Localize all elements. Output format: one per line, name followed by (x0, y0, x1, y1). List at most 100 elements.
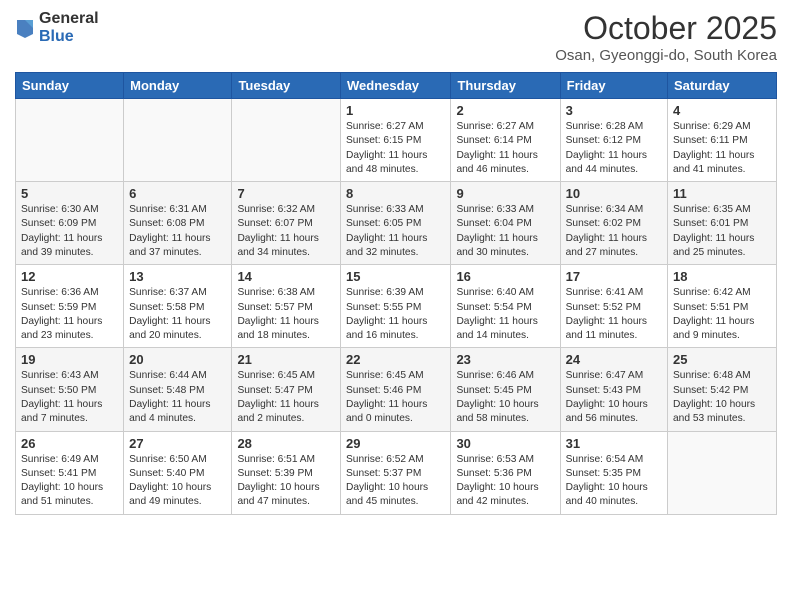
day-info: Sunrise: 6:34 AMSunset: 6:02 PMDaylight:… (566, 203, 662, 260)
day-cell: 8 Sunrise: 6:33 AMSunset: 6:05 PMDaylight… (341, 182, 451, 265)
page-container: General Blue October 2025 Osan, Gyeonggi… (0, 0, 792, 612)
day-number: 29 (346, 436, 445, 451)
day-info: Sunrise: 6:33 AMSunset: 6:04 PMDaylight:… (456, 203, 554, 260)
week-row-3: 12 Sunrise: 6:36 AMSunset: 5:59 PMDayligh… (16, 265, 777, 348)
logo: General Blue (15, 10, 99, 45)
day-number: 10 (566, 186, 662, 201)
day-number: 24 (566, 352, 662, 367)
col-thursday: Thursday (451, 73, 560, 99)
logo-general: General (39, 10, 99, 28)
day-info: Sunrise: 6:43 AMSunset: 5:50 PMDaylight:… (21, 369, 118, 426)
week-row-1: 1 Sunrise: 6:27 AMSunset: 6:15 PMDaylight… (16, 99, 777, 182)
day-cell (16, 99, 124, 182)
day-number: 28 (237, 436, 335, 451)
day-number: 8 (346, 186, 445, 201)
day-info: Sunrise: 6:45 AMSunset: 5:47 PMDaylight:… (237, 369, 335, 426)
day-number: 21 (237, 352, 335, 367)
day-info: Sunrise: 6:30 AMSunset: 6:09 PMDaylight:… (21, 203, 118, 260)
day-info: Sunrise: 6:44 AMSunset: 5:48 PMDaylight:… (129, 369, 226, 426)
day-cell: 29 Sunrise: 6:52 AMSunset: 5:37 PMDayligh… (341, 431, 451, 514)
day-info: Sunrise: 6:49 AMSunset: 5:41 PMDaylight:… (21, 453, 118, 510)
day-number: 26 (21, 436, 118, 451)
day-number: 3 (566, 103, 662, 118)
col-friday: Friday (560, 73, 667, 99)
day-number: 11 (673, 186, 771, 201)
day-number: 19 (21, 352, 118, 367)
day-info: Sunrise: 6:40 AMSunset: 5:54 PMDaylight:… (456, 286, 554, 343)
day-number: 13 (129, 269, 226, 284)
day-cell: 24Sunrise: 6:47 AMSunset: 5:43 PMDayligh… (560, 348, 667, 431)
day-cell: 15Sunrise: 6:39 AMSunset: 5:55 PMDayligh… (341, 265, 451, 348)
day-number: 15 (346, 269, 445, 284)
location-subtitle: Osan, Gyeonggi-do, South Korea (555, 47, 777, 64)
day-number: 23 (456, 352, 554, 367)
day-cell: 23Sunrise: 6:46 AMSunset: 5:45 PMDayligh… (451, 348, 560, 431)
day-info: Sunrise: 6:31 AMSunset: 6:08 PMDaylight:… (129, 203, 226, 260)
day-info: Sunrise: 6:48 AMSunset: 5:42 PMDaylight:… (673, 369, 771, 426)
day-info: Sunrise: 6:36 AMSunset: 5:59 PMDaylight:… (21, 286, 118, 343)
day-cell: 3 Sunrise: 6:28 AMSunset: 6:12 PMDaylight… (560, 99, 667, 182)
week-row-5: 26 Sunrise: 6:49 AMSunset: 5:41 PMDayligh… (16, 431, 777, 514)
day-cell: 10 Sunrise: 6:34 AMSunset: 6:02 PMDayligh… (560, 182, 667, 265)
header: General Blue October 2025 Osan, Gyeonggi… (15, 10, 777, 64)
day-number: 25 (673, 352, 771, 367)
day-info: Sunrise: 6:45 AMSunset: 5:46 PMDaylight:… (346, 369, 445, 426)
day-cell: 9 Sunrise: 6:33 AMSunset: 6:04 PMDaylight… (451, 182, 560, 265)
day-cell: 2 Sunrise: 6:27 AMSunset: 6:14 PMDaylight… (451, 99, 560, 182)
day-number: 7 (237, 186, 335, 201)
day-cell: 13 Sunrise: 6:37 AMSunset: 5:58 PMDayligh… (124, 265, 232, 348)
day-cell: 14 Sunrise: 6:38 AMSunset: 5:57 PMDayligh… (232, 265, 341, 348)
day-number: 27 (129, 436, 226, 451)
day-cell: 20 Sunrise: 6:44 AMSunset: 5:48 PMDayligh… (124, 348, 232, 431)
calendar-header-row: Sunday Monday Tuesday Wednesday Thursday… (16, 73, 777, 99)
day-info: Sunrise: 6:38 AMSunset: 5:57 PMDaylight:… (237, 286, 335, 343)
logo-text: General Blue (39, 10, 99, 45)
day-info: Sunrise: 6:52 AMSunset: 5:37 PMDaylight:… (346, 453, 445, 510)
day-info: Sunrise: 6:28 AMSunset: 6:12 PMDaylight:… (566, 120, 662, 177)
calendar-table: Sunday Monday Tuesday Wednesday Thursday… (15, 72, 777, 515)
day-cell: 25 Sunrise: 6:48 AMSunset: 5:42 PMDayligh… (668, 348, 777, 431)
day-number: 18 (673, 269, 771, 284)
day-number: 6 (129, 186, 226, 201)
day-number: 22 (346, 352, 445, 367)
day-info: Sunrise: 6:51 AMSunset: 5:39 PMDaylight:… (237, 453, 335, 510)
logo-blue: Blue (39, 28, 99, 46)
col-sunday: Sunday (16, 73, 124, 99)
day-cell: 1 Sunrise: 6:27 AMSunset: 6:15 PMDaylight… (341, 99, 451, 182)
day-info: Sunrise: 6:50 AMSunset: 5:40 PMDaylight:… (129, 453, 226, 510)
day-number: 14 (237, 269, 335, 284)
day-number: 30 (456, 436, 554, 451)
day-cell: 19 Sunrise: 6:43 AMSunset: 5:50 PMDayligh… (16, 348, 124, 431)
day-info: Sunrise: 6:33 AMSunset: 6:05 PMDaylight:… (346, 203, 445, 260)
day-info: Sunrise: 6:41 AMSunset: 5:52 PMDaylight:… (566, 286, 662, 343)
col-monday: Monday (124, 73, 232, 99)
day-number: 20 (129, 352, 226, 367)
day-info: Sunrise: 6:53 AMSunset: 5:36 PMDaylight:… (456, 453, 554, 510)
day-info: Sunrise: 6:37 AMSunset: 5:58 PMDaylight:… (129, 286, 226, 343)
day-number: 16 (456, 269, 554, 284)
day-info: Sunrise: 6:32 AMSunset: 6:07 PMDaylight:… (237, 203, 335, 260)
day-number: 1 (346, 103, 445, 118)
day-cell: 4Sunrise: 6:29 AMSunset: 6:11 PMDaylight… (668, 99, 777, 182)
week-row-4: 19 Sunrise: 6:43 AMSunset: 5:50 PMDayligh… (16, 348, 777, 431)
day-number: 2 (456, 103, 554, 118)
day-number: 9 (456, 186, 554, 201)
day-cell: 16 Sunrise: 6:40 AMSunset: 5:54 PMDayligh… (451, 265, 560, 348)
day-cell: 26 Sunrise: 6:49 AMSunset: 5:41 PMDayligh… (16, 431, 124, 514)
day-info: Sunrise: 6:27 AMSunset: 6:14 PMDaylight:… (456, 120, 554, 177)
day-cell: 31Sunrise: 6:54 AMSunset: 5:35 PMDayligh… (560, 431, 667, 514)
day-info: Sunrise: 6:54 AMSunset: 5:35 PMDaylight:… (566, 453, 662, 510)
day-cell: 17 Sunrise: 6:41 AMSunset: 5:52 PMDayligh… (560, 265, 667, 348)
day-info: Sunrise: 6:35 AMSunset: 6:01 PMDaylight:… (673, 203, 771, 260)
day-cell: 12 Sunrise: 6:36 AMSunset: 5:59 PMDayligh… (16, 265, 124, 348)
day-number: 17 (566, 269, 662, 284)
day-cell (232, 99, 341, 182)
day-cell: 6 Sunrise: 6:31 AMSunset: 6:08 PMDaylight… (124, 182, 232, 265)
day-number: 12 (21, 269, 118, 284)
col-tuesday: Tuesday (232, 73, 341, 99)
month-title: October 2025 (555, 10, 777, 47)
day-info: Sunrise: 6:27 AMSunset: 6:15 PMDaylight:… (346, 120, 445, 177)
day-cell (668, 431, 777, 514)
title-section: October 2025 Osan, Gyeonggi-do, South Ko… (555, 10, 777, 64)
day-cell: 7 Sunrise: 6:32 AMSunset: 6:07 PMDaylight… (232, 182, 341, 265)
